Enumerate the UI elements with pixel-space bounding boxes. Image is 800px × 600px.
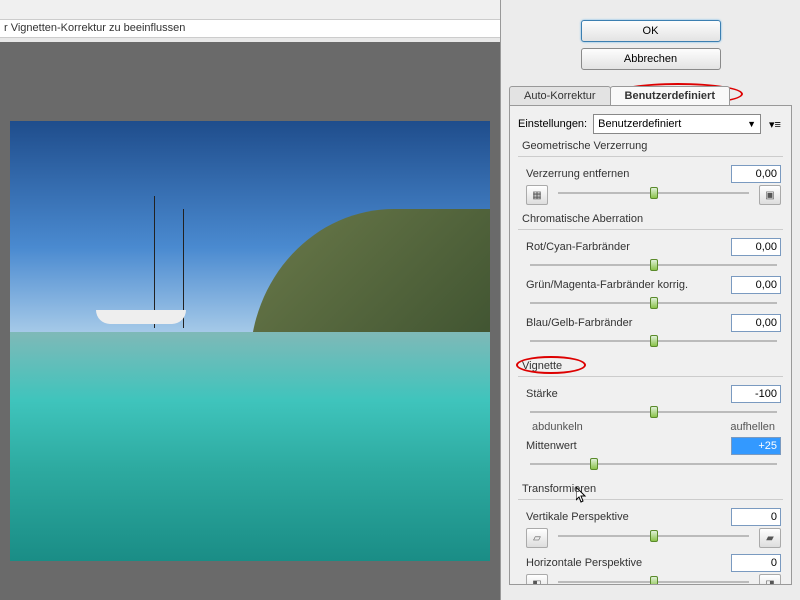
settings-label: Einstellungen: bbox=[518, 118, 587, 130]
chevron-down-icon: ▼ bbox=[747, 119, 756, 129]
horizontal-perspective-label: Horizontale Perspektive bbox=[526, 557, 725, 569]
remove-distortion-slider[interactable] bbox=[558, 186, 749, 200]
vignette-amount-label: Stärke bbox=[526, 388, 725, 400]
settings-menu-icon[interactable]: ▾≡ bbox=[767, 118, 783, 131]
vertical-perspective-input[interactable] bbox=[731, 508, 781, 526]
cancel-button[interactable]: Abbrechen bbox=[581, 48, 721, 70]
red-cyan-input[interactable] bbox=[731, 238, 781, 256]
blue-yellow-label: Blau/Gelb-Farbränder bbox=[526, 317, 725, 329]
group-chroma-title: Chromatische Aberration bbox=[522, 213, 783, 225]
pincushion-icon[interactable]: ▣ bbox=[759, 185, 781, 205]
vignette-lighten-label: aufhellen bbox=[730, 421, 775, 433]
vignette-midpoint-slider[interactable] bbox=[530, 457, 777, 471]
horizontal-perspective-input[interactable] bbox=[731, 554, 781, 572]
persp-right-icon[interactable]: ◨ bbox=[759, 574, 781, 585]
vignette-darken-label: abdunkeln bbox=[532, 421, 583, 433]
horizontal-perspective-slider[interactable] bbox=[558, 575, 749, 585]
preview-image bbox=[10, 121, 490, 561]
tab-custom[interactable]: Benutzerdefiniert bbox=[610, 86, 730, 105]
blue-yellow-slider[interactable] bbox=[530, 334, 777, 348]
green-magenta-label: Grün/Magenta-Farbränder korrig. bbox=[526, 279, 725, 291]
settings-combo[interactable]: Benutzerdefiniert ▼ bbox=[593, 114, 761, 134]
persp-bottom-icon[interactable]: ▰ bbox=[759, 528, 781, 548]
vignette-amount-slider[interactable] bbox=[530, 405, 777, 419]
persp-left-icon[interactable]: ◧ bbox=[526, 574, 548, 585]
tab-bar: Auto-Korrektur Benutzerdefiniert bbox=[509, 86, 792, 105]
vertical-perspective-label: Vertikale Perspektive bbox=[526, 511, 725, 523]
vertical-perspective-slider[interactable] bbox=[558, 529, 749, 543]
group-vignette-title: Vignette bbox=[522, 360, 783, 372]
red-cyan-label: Rot/Cyan-Farbränder bbox=[526, 241, 725, 253]
group-transform-title: Transformieren bbox=[522, 483, 783, 495]
persp-top-icon[interactable]: ▱ bbox=[526, 528, 548, 548]
settings-value: Benutzerdefiniert bbox=[598, 118, 681, 130]
green-magenta-input[interactable] bbox=[731, 276, 781, 294]
vignette-amount-input[interactable] bbox=[731, 385, 781, 403]
remove-distortion-input[interactable] bbox=[731, 165, 781, 183]
tab-auto[interactable]: Auto-Korrektur bbox=[509, 86, 611, 105]
red-cyan-slider[interactable] bbox=[530, 258, 777, 272]
panel-body: Einstellungen: Benutzerdefiniert ▼ ▾≡ Ge… bbox=[509, 105, 792, 585]
green-magenta-slider[interactable] bbox=[530, 296, 777, 310]
ok-button[interactable]: OK bbox=[581, 20, 721, 42]
preview-pane bbox=[0, 42, 500, 600]
controls-panel: OK Abbrechen Auto-Korrektur Benutzerdefi… bbox=[500, 0, 800, 600]
remove-distortion-label: Verzerrung entfernen bbox=[526, 168, 725, 180]
group-geometric-title: Geometrische Verzerrung bbox=[522, 140, 783, 152]
vignette-midpoint-input[interactable] bbox=[731, 437, 781, 455]
blue-yellow-input[interactable] bbox=[731, 314, 781, 332]
vignette-midpoint-label: Mittenwert bbox=[526, 440, 725, 452]
barrel-icon[interactable]: ▦ bbox=[526, 185, 548, 205]
